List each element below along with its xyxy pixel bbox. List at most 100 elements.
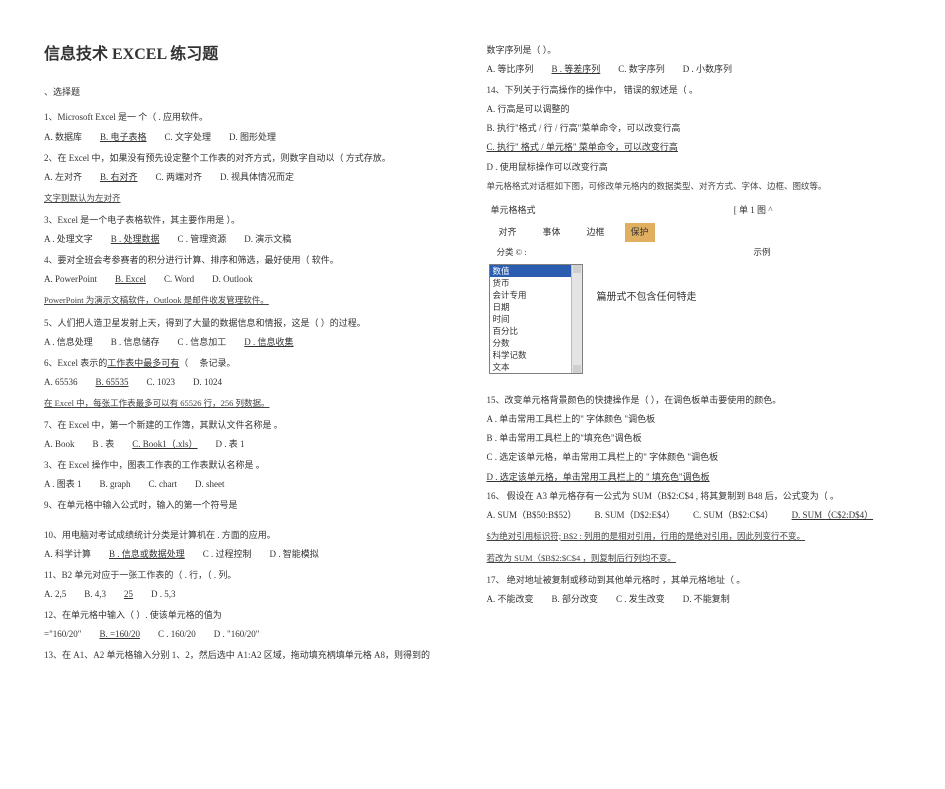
q16-opt-a: A. SUM（B$50:B$52） [487,507,577,524]
q6-options: A. 65536 B. 65535 C. 1023 D. 1024 [44,374,459,391]
q12-opt-b: B. =160/20 [99,626,140,643]
q4-note: PowerPoint 为演示文稿软件，Outlook 是邮件收发管理软件。 [44,292,459,308]
q17-opt-a: A. 不能改变 [487,591,534,608]
q14-opt-a: A. 行高是可以调整的 [487,101,902,118]
dialog-tab-protect[interactable]: 保护 [625,223,655,242]
list-item[interactable]: 会计专用 [490,289,582,301]
dialog-titlebar: 单元格格式 [ 单 1 图 ^ [487,200,777,221]
q7-opt-a: A. Book [44,436,75,453]
q15-opt-d: D . 选定该单元格，单击常用工具栏上的 " 填充色"调色板 [487,469,902,486]
q16-opt-b: B. SUM（D$2:E$4） [595,507,676,524]
list-item[interactable]: 时间 [490,313,582,325]
section-head: 、选择题 [44,84,459,101]
q16-note2: 若改为 SUM（$B$2:$C$4 ，则复制后行列均不变。 [487,550,902,566]
q1-opt-c: C. 文字处理 [165,129,212,146]
dialog-sample-text: 篇册式不包含任何特走 [597,264,775,374]
q12-opt-c: C . 160/20 [158,626,196,643]
q15-text: 15、改变单元格背景颜色的快捷操作是（ ），在调色板单击要使用的颜色。 [487,392,902,409]
q5-opt-c: C . 信息加工 [178,334,227,351]
q5-options: A . 信息处理 B . 信息储存 C . 信息加工 D . 信息收集 [44,334,459,351]
q12-options: ="160/20" B. =160/20 C . 160/20 D . "160… [44,626,459,643]
q15-opt-b: B . 单击常用工具栏上的"填充色"调色板 [487,430,902,447]
dialog-title-right: [ 单 1 图 ^ [734,202,773,219]
q16-opt-c: C. SUM（B$2:C$4） [693,507,774,524]
list-item[interactable]: 特殊 [490,373,582,374]
q10-opt-a: A. 科学计算 [44,546,91,563]
q17-options: A. 不能改变 B. 部分改变 C . 发生改变 D. 不能复制 [487,591,902,608]
q2-opt-d: D. 视具体情况而定 [220,169,294,186]
q7-text: 7、在 Excel 中，第一个新建的工作簿，其默认文件名称是 。 [44,417,459,434]
q13-opt-a: A. 等比序列 [487,61,534,78]
q3-options: A . 处理文字 B . 处理数据 C . 管理资源 D. 演示文稿 [44,231,459,248]
q14-opt-c: C. 执行" 格式 / 单元格" 菜单命令，可以改变行高 [487,139,902,156]
listbox-scrollbar[interactable] [571,265,582,373]
q15-opt-c: C . 选定该单元格，单击常用工具栏上的" 字体颜色 "调色板 [487,449,902,466]
q5-opt-b: B . 信息储存 [111,334,160,351]
list-item[interactable]: 货币 [490,277,582,289]
q1-opt-d: D. 图形处理 [229,129,276,146]
q1-text: 1、Microsoft Excel 是一 个（ . 应用软件。 [44,109,459,126]
q12-text: 12、在单元格中输入（ ）. 使该单元格的值为 [44,607,459,624]
list-item[interactable]: 分数 [490,337,582,349]
q7-opt-d: D . 表 1 [216,436,245,453]
q4-opt-a: A. PowerPoint [44,271,97,288]
q8-opt-c: C. chart [149,476,178,493]
q13-opt-c: C. 数字序列 [618,61,665,78]
q6-note: 在 Excel 中，每张工作表最多可以有 65526 行，256 列数据。 [44,395,459,411]
q9-text: 9、在单元格中输入公式时，输入的第一个符号是 [44,497,459,514]
q17-opt-c: C . 发生改变 [616,591,665,608]
q8-text: 3、在 Excel 操作中，图表工作表的工作表默认名称是 。 [44,457,459,474]
q13-options: A. 等比序列 B . 等差序列 C. 数字序列 D . 小数序列 [487,61,902,78]
q16-opt-d: D. SUM（C$2:D$4） [792,507,874,524]
q11-opt-c: 25 [124,586,133,603]
q6-opt-a: A. 65536 [44,374,78,391]
q4-opt-c: C. Word [164,271,194,288]
q8-opt-b: B. graph [100,476,131,493]
q11-text: 11、B2 单元对应于一张工作表的（ . 行，（ . 列。 [44,567,459,584]
q7-options: A. Book B . 表 C. Book1（.xls） D . 表 1 [44,436,459,453]
q13-opt-b: B . 等差序列 [552,61,601,78]
q2-options: A. 左对齐 B. 右对齐 C. 两端对齐 D. 视具体情况而定 [44,169,459,186]
q10-options: A. 科学计算 B . 信息或数据处理 C . 过程控制 D . 智能模拟 [44,546,459,563]
q6-opt-c: C. 1023 [147,374,176,391]
left-column: 信息技术 EXCEL 练习题 、选择题 1、Microsoft Excel 是一… [30,40,473,759]
q3-opt-c: C . 管理资源 [178,231,227,248]
q11-opt-a: A. 2,5 [44,586,66,603]
q14-opt-d: D . 使用鼠标操作可以改变行高 [487,159,902,176]
q10-opt-c: C . 过程控制 [203,546,252,563]
list-item[interactable]: 百分比 [490,325,582,337]
q10-text: 10、用电脑对考试成绩统计分类是计算机在 . 方面的应用。 [44,527,459,544]
q5-text: 5、人们把人造卫星发射上天，得到了大量的数据信息和情报，这是（ ）的过程。 [44,315,459,332]
q3-opt-b: B . 处理数据 [111,231,160,248]
q6-opt-b: B. 65535 [96,374,129,391]
q13-opt-d: D . 小数序列 [683,61,732,78]
list-item[interactable]: 日期 [490,301,582,313]
q4-options: A. PowerPoint B. Excel C. Word D. Outloo… [44,271,459,288]
list-item[interactable]: 数值 [490,265,582,277]
q8-opt-d: D. sheet [195,476,225,493]
q16-note1: $为绝对引用标识符; B$2 : 列用的是相对引用，行用的是绝对引用，因此列变行… [487,528,902,544]
q13-tail: 数字序列是（ ）。 [487,42,902,59]
dialog-tab-font[interactable]: 事体 [537,223,567,242]
q2-text: 2、在 Excel 中，如果没有预先设定整个工作表的对齐方式，则数字自动以（ 方… [44,150,459,167]
q11-opt-b: B. 4,3 [84,586,106,603]
list-item[interactable]: 文本 [490,361,582,373]
q4-opt-d: D. Outlook [212,271,253,288]
dialog-tab-border[interactable]: 边框 [581,223,611,242]
dialog-category-list[interactable]: 数值 货币 会计专用 日期 时间 百分比 分数 科学记数 文本 特殊 自定义 [489,264,583,374]
q17-text: 17、 绝对地址被复制或移动到其他单元格时 ，其单元格地址（ 。 [487,572,902,589]
list-item[interactable]: 科学记数 [490,349,582,361]
q5-opt-a: A . 信息处理 [44,334,93,351]
dialog-tab-align[interactable]: 对齐 [493,223,523,242]
q17-opt-d: D. 不能复制 [683,591,730,608]
dialog-title: 单元格格式 [491,202,536,219]
q7-opt-c: C. Book1（.xls） [132,436,197,453]
dialog-category-label: 分类 © : [497,244,527,260]
q2-note: 文字则默认为左对齐 [44,190,459,206]
right-column: 数字序列是（ ）。 A. 等比序列 B . 等差序列 C. 数字序列 D . 小… [473,40,916,759]
q5-opt-d: D . 信息收集 [244,334,293,351]
q16-text: 16、 假设在 A3 单元格存有一公式为 SUM（B$2:C$4 , 将其复制到… [487,488,902,505]
q2-opt-a: A. 左对齐 [44,169,82,186]
q7-opt-b: B . 表 [93,436,115,453]
q12-opt-d: D . "160/20" [214,626,260,643]
